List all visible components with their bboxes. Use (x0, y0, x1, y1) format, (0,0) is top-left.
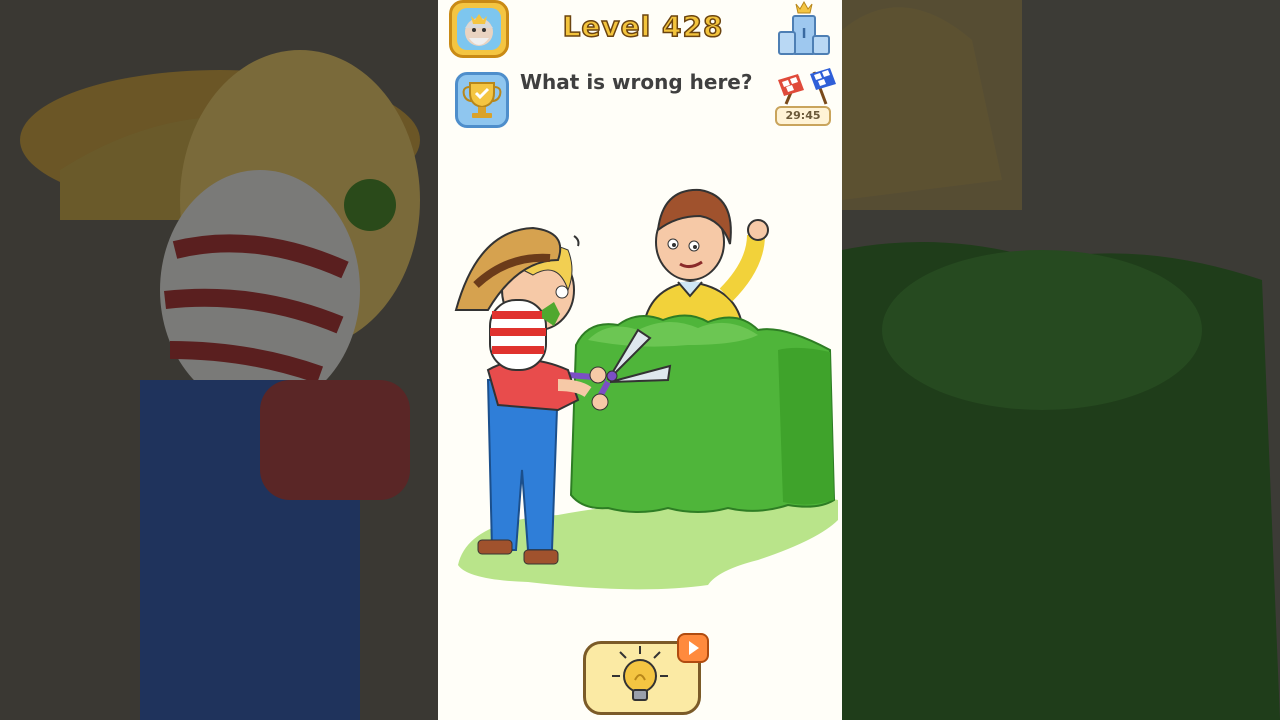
achievements-button[interactable] (455, 72, 509, 128)
checkered-flags-icon[interactable] (776, 66, 836, 106)
right-zoomed-artwork (842, 0, 1280, 720)
play-video-icon[interactable] (677, 633, 709, 663)
right-blurred-background (842, 0, 1280, 720)
game-screen: Level 428 I What is wrong here? 29:45 (438, 0, 842, 720)
avatar-button[interactable] (449, 0, 509, 58)
hedge-bush (569, 314, 836, 513)
old-man-avatar-icon (457, 8, 501, 50)
puzzle-scene[interactable] (438, 170, 842, 610)
question-prompt: What is wrong here? (520, 70, 753, 94)
event-timer: 29:45 (775, 106, 831, 126)
svg-text:I: I (802, 27, 807, 42)
scene-illustration[interactable] (438, 170, 842, 610)
level-title: Level 428 (562, 9, 724, 44)
left-zoomed-artwork (0, 0, 438, 720)
trophy-icon (462, 82, 502, 118)
man-character (641, 188, 769, 331)
left-blurred-background (0, 0, 438, 720)
podium-crown-icon[interactable]: I (776, 0, 832, 58)
